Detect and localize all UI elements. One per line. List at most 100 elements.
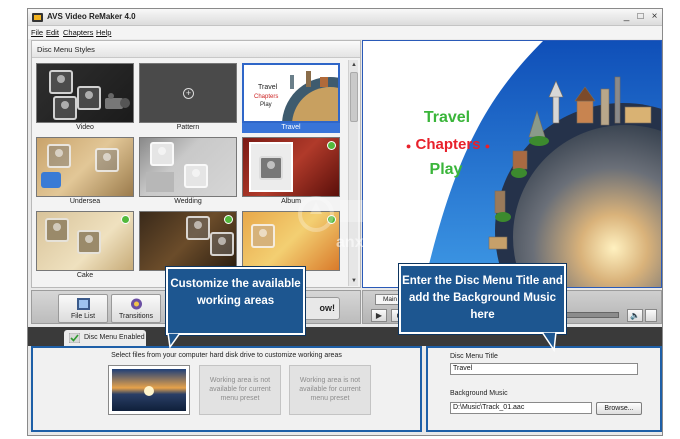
placeholder-icon [259,156,283,180]
styles-panel-header: Disc Menu Styles [32,41,360,58]
preview-chapters-text[interactable]: ● Chapters ● [393,136,503,153]
watermark-text: anxz.com [336,234,409,251]
tile-thumbnail [139,137,237,197]
styles-panel-title: Disc Menu Styles [37,45,95,54]
placeholder-icon [49,70,73,94]
volume-icon[interactable]: 🔈 [627,309,643,322]
style-tile-cake[interactable]: Cake [36,211,134,281]
callout-disc-menu-title: Enter the Disc Menu Title and add the Ba… [399,264,566,334]
working-area-slot-1[interactable] [108,365,190,415]
travel-thumbnail-art: Travel Chapters Play [254,71,338,121]
callout-pointer [541,332,557,352]
scroll-up-icon[interactable]: ▲ [349,60,359,70]
photo-decoration [146,172,174,192]
placeholder-icon [53,96,77,120]
film-strip-icon [77,298,90,310]
working-areas-panel: Select files from your computer hard dis… [31,346,422,432]
preview-play-text[interactable]: Play [421,161,471,179]
svg-text:Travel: Travel [258,84,278,91]
tab-disc-menu-enabled[interactable]: Disc Menu Enabled [64,330,146,346]
working-area-slot-3: Working area is not available for curren… [289,365,371,415]
menu-chapters[interactable]: Chapters [63,28,93,37]
bullet-icon: ● [405,141,412,151]
tile-thumbnail [36,137,134,197]
title-bar: AVS Video ReMaker 4.0 _ □ × [28,9,662,26]
preview-title-text[interactable]: Travel [407,109,487,127]
selected-check-icon [121,215,130,224]
bullet-icon: ● [484,141,491,151]
convert-now-button[interactable]: ow! [300,297,340,320]
photo-frame [249,142,293,192]
placeholder-icon [45,218,69,242]
disc-menu-styles-panel: Disc Menu Styles Video + Pattern Travel … [31,40,361,288]
tile-thumbnail: + [139,63,237,123]
tile-thumbnail [139,211,237,271]
svg-text:Chapters: Chapters [254,94,278,100]
scroll-thumb[interactable] [350,72,358,122]
callout-pointer [167,333,181,349]
tile-label: Travel [242,123,340,133]
callout-working-areas: Customize the available working areas [166,267,305,335]
style-tile-undersea[interactable]: Undersea [36,137,134,207]
placeholder-icon [251,224,275,248]
disc-menu-title-label: Disc Menu Title [450,353,498,360]
disc-menu-settings-panel: Disc Menu Title Travel Background Music … [426,346,662,432]
placeholder-icon [77,230,101,254]
styles-grid: Video + Pattern Travel Chapters Play Tra… [36,63,346,285]
tab-label: Disc Menu Enabled [84,334,145,341]
volume-slider[interactable] [645,309,657,322]
add-icon: + [183,88,194,99]
sunset-thumbnail [112,369,186,411]
disc-menu-check-icon [69,333,80,343]
style-tile-video[interactable]: Video [36,63,134,133]
preview-chapters-label: Chapters [415,136,481,153]
selected-check-icon [327,141,336,150]
style-tile-wedding[interactable]: Wedding [139,137,237,207]
tile-label: Pattern [176,124,200,131]
placeholder-icon [77,86,101,110]
tile-label: Undersea [69,198,101,205]
transitions-label: Transitions [119,313,153,320]
close-button[interactable]: × [648,11,661,23]
bottom-tab-strip: Disc Menu Enabled [28,327,662,346]
maximize-button[interactable]: □ [634,11,647,23]
starfish-decoration [41,172,61,188]
tile-label: Video [76,124,94,131]
app-logo-icon [32,13,43,22]
style-tile-travel[interactable]: Travel Chapters Play Travel [242,63,340,133]
menu-edit[interactable]: Edit [46,28,59,37]
placeholder-icon [210,232,234,256]
scroll-down-icon[interactable]: ▼ [349,276,359,286]
style-tile-pattern[interactable]: + Pattern [139,63,237,133]
placeholder-icon [47,144,71,168]
tile-label: Cake [76,272,94,279]
menu-file[interactable]: File [31,28,43,37]
svg-text:Play: Play [260,102,272,108]
placeholder-icon [95,148,119,172]
menu-help[interactable]: Help [96,28,111,37]
selected-check-icon [224,215,233,224]
menu-bar: File Edit Chapters Help [28,26,662,39]
background-music-input[interactable]: D:\Music\Track_01.aac [450,402,592,414]
tile-label: Wedding [174,198,202,205]
background-music-label: Background Music [450,390,508,397]
placeholder-icon [186,216,210,240]
tile-thumbnail [36,63,134,123]
browse-button[interactable]: Browse... [596,402,642,415]
minimize-button[interactable]: _ [620,11,633,23]
tile-thumbnail: Travel Chapters Play [242,63,340,123]
camera-icon [105,93,130,109]
working-area-slot-2: Working area is not available for curren… [199,365,281,415]
placeholder-icon [150,142,174,166]
styles-scrollbar[interactable]: ▲ ▼ [348,60,358,286]
disc-menu-title-input[interactable]: Travel [450,363,638,375]
play-icon[interactable]: ▶ [371,309,387,322]
working-areas-instruction: Select files from your computer hard dis… [111,352,342,359]
transitions-button[interactable]: Transitions [111,294,161,323]
transitions-icon [131,298,142,310]
file-list-label: File List [70,313,96,320]
tile-thumbnail [36,211,134,271]
window-title: AVS Video ReMaker 4.0 [47,12,136,21]
placeholder-icon [184,164,208,188]
file-list-button[interactable]: File List [58,294,108,323]
